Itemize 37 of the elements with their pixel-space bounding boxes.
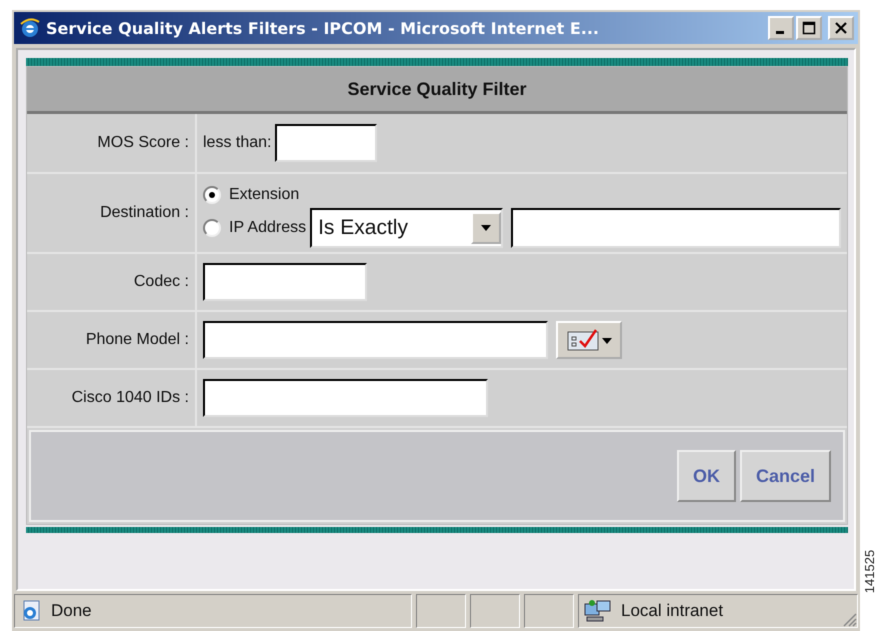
status-pane (470, 594, 520, 628)
input-field[interactable] (511, 208, 841, 248)
dropdown-arrow-icon (481, 225, 492, 231)
close-icon (834, 21, 848, 35)
resize-grip-icon[interactable] (841, 611, 857, 627)
dialog-button[interactable]: OK (676, 450, 736, 502)
field-label: Codec : (134, 273, 189, 291)
field-prefix: less than: (203, 134, 272, 152)
figure-number: 141525 (862, 549, 878, 593)
field-label: Cisco 1040 IDs : (72, 389, 189, 407)
dialog-button[interactable]: Cancel (740, 450, 831, 502)
status-text: Done (51, 601, 92, 621)
radio-button[interactable] (203, 186, 221, 204)
network-icon (583, 598, 613, 624)
input-field[interactable] (203, 379, 488, 417)
maximize-icon (802, 21, 816, 35)
input-field[interactable] (203, 263, 367, 301)
minimize-icon (776, 31, 784, 34)
radio-button[interactable] (203, 219, 221, 237)
panel-title: Service Quality Filter (347, 78, 527, 100)
maximize-button[interactable] (796, 16, 822, 40)
field-label: Phone Model : (86, 331, 189, 349)
window-title: Service Quality Alerts Filters - IPCOM - Microsoft Internet E... (46, 18, 600, 38)
input-field[interactable] (203, 321, 548, 359)
field-label: MOS Score : (97, 134, 189, 152)
status-pane (524, 594, 574, 628)
field-label: Destination : (100, 204, 189, 222)
operator-dropdown[interactable]: Is Exactly (310, 208, 504, 248)
minimize-button[interactable] (768, 16, 794, 40)
radio-label: IP Address (229, 219, 306, 237)
picker-button[interactable] (556, 321, 622, 359)
browser-logo-icon (18, 16, 42, 40)
radio-label: Extension (229, 186, 300, 204)
close-button[interactable] (828, 16, 854, 40)
zone-text: Local intranet (621, 601, 724, 621)
status-pane (416, 594, 466, 628)
input-field[interactable] (275, 124, 378, 162)
